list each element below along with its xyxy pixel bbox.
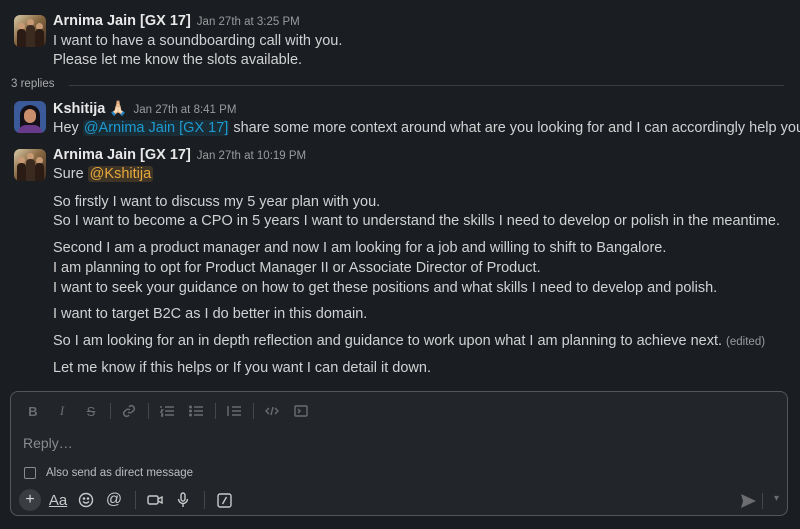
reply-composer: B I S Reply… Also send as direct message bbox=[10, 391, 788, 516]
message-text: I want to target B2C as I do better in t… bbox=[53, 306, 368, 322]
code-icon[interactable] bbox=[262, 402, 282, 420]
link-icon[interactable] bbox=[119, 402, 139, 420]
chevron-down-icon[interactable]: ▾ bbox=[774, 493, 779, 504]
message-text: So I am looking for an in depth reflecti… bbox=[53, 333, 765, 349]
replies-count: 3 replies bbox=[11, 78, 61, 90]
toolbar-divider bbox=[110, 403, 111, 419]
send-divider bbox=[762, 493, 763, 509]
avatar-arnima[interactable] bbox=[14, 15, 46, 47]
text-fragment: Hey bbox=[53, 120, 83, 136]
edited-label: (edited) bbox=[726, 336, 766, 348]
author-name[interactable]: Arnima Jain [GX 17] Jan 27th at 3:25 PM bbox=[53, 13, 300, 29]
message-text: Please let me know the slots available. bbox=[53, 52, 303, 68]
divider-line bbox=[69, 85, 784, 86]
author-name[interactable]: Arnima Jain [GX 17] Jan 27th at 10:19 PM bbox=[53, 147, 306, 163]
message-text: I want to seek your guidance on how to g… bbox=[53, 280, 718, 296]
reply-input[interactable]: Reply… bbox=[23, 435, 73, 451]
send-icon[interactable] bbox=[739, 492, 757, 510]
slash-command-icon[interactable] bbox=[213, 489, 235, 511]
toolbar-divider bbox=[253, 403, 254, 419]
ordered-list-icon[interactable] bbox=[157, 402, 177, 420]
author-name[interactable]: Kshitija 🙏🏻 Jan 27th at 8:41 PM bbox=[53, 100, 236, 117]
author-label[interactable]: Arnima Jain [GX 17] bbox=[53, 147, 191, 163]
message-text: So firstly I want to discuss my 5 year p… bbox=[53, 194, 381, 210]
emoji-icon[interactable] bbox=[75, 489, 97, 511]
bold-icon[interactable]: B bbox=[23, 402, 43, 420]
dm-checkbox[interactable] bbox=[24, 467, 36, 479]
self-mention[interactable]: @Kshitija bbox=[87, 166, 154, 182]
author-label[interactable]: Kshitija 🙏🏻 bbox=[53, 101, 127, 117]
timestamp[interactable]: Jan 27th at 8:41 PM bbox=[133, 104, 236, 116]
bulleted-list-icon[interactable] bbox=[186, 402, 206, 420]
text-fragment: Sure bbox=[53, 166, 88, 182]
message-text: I want to have a soundboarding call with… bbox=[53, 33, 343, 49]
code-block-icon[interactable] bbox=[291, 402, 311, 420]
toolbar-divider bbox=[148, 403, 149, 419]
text-fragment: So I am looking for an in depth reflecti… bbox=[53, 333, 723, 349]
blockquote-icon[interactable] bbox=[224, 402, 244, 420]
user-mention[interactable]: @Arnima Jain [GX 17] bbox=[82, 120, 230, 136]
video-icon[interactable] bbox=[144, 489, 166, 511]
formatting-icon[interactable]: Aa bbox=[47, 489, 69, 511]
microphone-icon[interactable] bbox=[172, 489, 194, 511]
composer-actions: + Aa @ bbox=[19, 489, 241, 511]
message-text: I am planning to opt for Product Manager… bbox=[53, 260, 541, 276]
actions-divider bbox=[135, 491, 136, 509]
avatar-kshitija[interactable] bbox=[14, 101, 46, 133]
actions-divider bbox=[204, 491, 205, 509]
message-text: Sure @Kshitija bbox=[53, 166, 154, 182]
message-text: Second I am a product manager and now I … bbox=[53, 240, 667, 256]
message-text: Hey @Arnima Jain [GX 17] share some more… bbox=[53, 120, 800, 136]
toolbar-divider bbox=[215, 403, 216, 419]
dm-label: Also send as direct message bbox=[46, 467, 194, 479]
avatar-arnima[interactable] bbox=[14, 149, 46, 181]
replies-divider: 3 replies bbox=[11, 78, 784, 92]
italic-icon[interactable]: I bbox=[52, 402, 72, 420]
timestamp[interactable]: Jan 27th at 10:19 PM bbox=[197, 150, 306, 162]
strikethrough-icon[interactable]: S bbox=[81, 402, 101, 420]
mention-icon[interactable]: @ bbox=[103, 489, 125, 511]
message-text: So I want to become a CPO in 5 years I w… bbox=[53, 213, 781, 229]
plus-icon[interactable]: + bbox=[19, 489, 41, 511]
timestamp[interactable]: Jan 27th at 3:25 PM bbox=[197, 16, 300, 28]
author-label[interactable]: Arnima Jain [GX 17] bbox=[53, 13, 191, 29]
formatting-toolbar: B I S bbox=[23, 402, 320, 420]
message-text: Let me know if this helps or If you want… bbox=[53, 360, 431, 376]
text-fragment: share some more context around what are … bbox=[229, 120, 800, 136]
dm-option[interactable]: Also send as direct message bbox=[24, 467, 193, 479]
